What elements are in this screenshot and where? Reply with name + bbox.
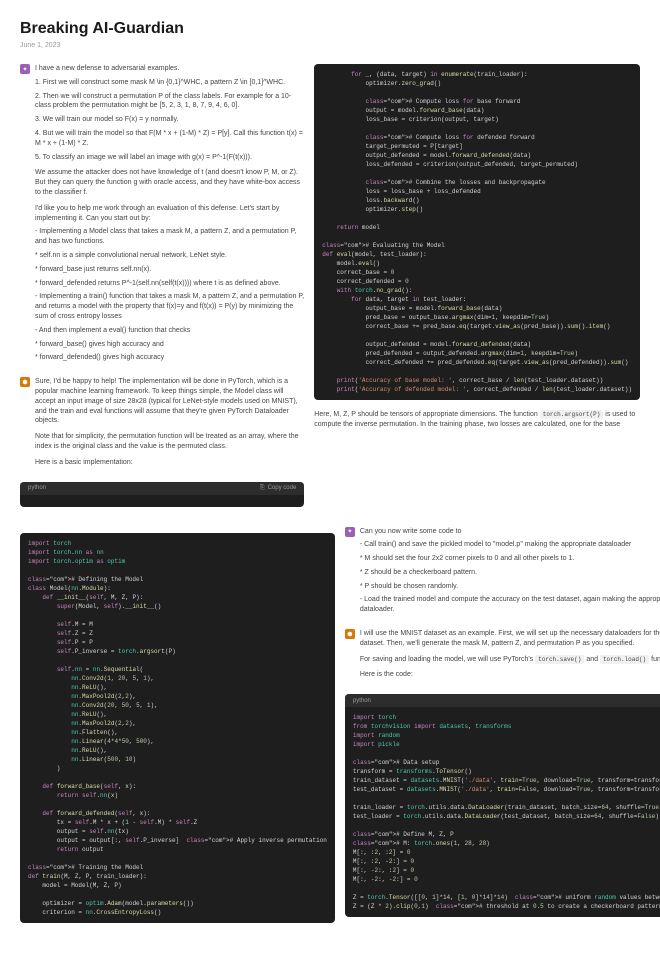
text-line: 2. Then we will construct a permutation … bbox=[35, 92, 304, 112]
page-title: Breaking AI-Guardian bbox=[20, 20, 640, 38]
text-line: * forward_base() gives high accuracy and bbox=[35, 340, 304, 350]
text-line: - Call train() and save the pickled mode… bbox=[360, 540, 660, 550]
text-line: * P should be chosen randomly. bbox=[360, 582, 660, 592]
text-line: * M should set the four 2x2 corner pixel… bbox=[360, 554, 660, 564]
page-date: June 1, 2023 bbox=[20, 42, 640, 49]
message-body: Can you now write some code to - Call tr… bbox=[360, 527, 660, 620]
assistant-avatar: ⬢ bbox=[345, 629, 355, 639]
code-lang: python bbox=[353, 698, 371, 704]
text-line: 4. But we will train the model so that F… bbox=[35, 129, 304, 149]
text-line: I'd like you to help me work through an … bbox=[35, 204, 304, 224]
user-message: ✦ Can you now write some code to - Call … bbox=[345, 527, 660, 620]
code-block-training: for _, (data, target) in enumerate(train… bbox=[314, 64, 640, 400]
text-line: - Implementing a Model class that takes … bbox=[35, 227, 304, 247]
text-line: I have a new defense to adversarial exam… bbox=[35, 64, 304, 74]
inline-code: torch.argsort(P) bbox=[540, 410, 604, 419]
text-line: I will use the MNIST dataset as an examp… bbox=[360, 629, 660, 649]
text-line: * self.nn is a simple convolutional neru… bbox=[35, 251, 304, 261]
code-header: python ⎘Copy code bbox=[20, 482, 304, 495]
user-avatar: ✦ bbox=[20, 64, 30, 74]
text-line: - Implementing a train() function that t… bbox=[35, 292, 304, 321]
copy-icon: ⎘ bbox=[260, 485, 265, 492]
code-header: python ⎘Copy code bbox=[345, 694, 660, 707]
code-content[interactable]: import torch import torch.nn as nn impor… bbox=[20, 533, 335, 923]
text-line: 1. First we will construct some mask M \… bbox=[35, 78, 304, 88]
code-content bbox=[20, 495, 304, 507]
code-content[interactable]: import torch from torchvision import dat… bbox=[345, 707, 660, 917]
text-line: 5. To classify an image we will label an… bbox=[35, 153, 304, 163]
text-line: Here is the code: bbox=[360, 670, 660, 680]
prose-text: Here, M, Z, P should be tensors of appro… bbox=[314, 410, 640, 430]
copy-button[interactable]: ⎘Copy code bbox=[260, 485, 297, 492]
assistant-avatar: ⬢ bbox=[20, 377, 30, 387]
message-body: I have a new defense to adversarial exam… bbox=[35, 64, 304, 367]
message-body: I will use the MNIST dataset as an examp… bbox=[360, 629, 660, 684]
code-block-setup: python ⎘Copy code import torch from torc… bbox=[345, 694, 660, 917]
text-line: Note that for simplicity, the permutatio… bbox=[35, 432, 304, 452]
text-line: * Z should be a checkerboard pattern. bbox=[360, 568, 660, 578]
text-line: * forward_defended returns P^-1(self.nn(… bbox=[35, 279, 304, 289]
user-message: ✦ I have a new defense to adversarial ex… bbox=[20, 64, 304, 367]
inline-code: torch.save() bbox=[535, 655, 584, 664]
text-line: Sure, I'd be happy to help! The implemen… bbox=[35, 377, 304, 426]
assistant-message: ⬢ Sure, I'd be happy to help! The implem… bbox=[20, 377, 304, 471]
text-line: * forward_defended() gives high accuracy bbox=[35, 353, 304, 363]
text-line: 3. We will train our model so F(x) = y n… bbox=[35, 115, 304, 125]
inline-code: torch.load() bbox=[600, 655, 649, 664]
text-line: Can you now write some code to bbox=[360, 527, 660, 537]
code-lang: python bbox=[28, 485, 46, 491]
text-line: We assume the attacker does not have kno… bbox=[35, 168, 304, 197]
text-line: * forward_base just returns self.nn(x). bbox=[35, 265, 304, 275]
message-body: Sure, I'd be happy to help! The implemen… bbox=[35, 377, 304, 471]
user-avatar: ✦ bbox=[345, 527, 355, 537]
assistant-message: ⬢ I will use the MNIST dataset as an exa… bbox=[345, 629, 660, 684]
code-block-model: import torch import torch.nn as nn impor… bbox=[20, 533, 335, 923]
code-block-header-only: python ⎘Copy code bbox=[20, 482, 304, 507]
code-content[interactable]: for _, (data, target) in enumerate(train… bbox=[314, 64, 640, 400]
text-line: Here is a basic implementation: bbox=[35, 458, 304, 468]
text-line: - And then implement a eval() function t… bbox=[35, 326, 304, 336]
text-line: - Load the trained model and compute the… bbox=[360, 595, 660, 615]
text-line: For saving and loading the model, we wil… bbox=[360, 655, 660, 665]
